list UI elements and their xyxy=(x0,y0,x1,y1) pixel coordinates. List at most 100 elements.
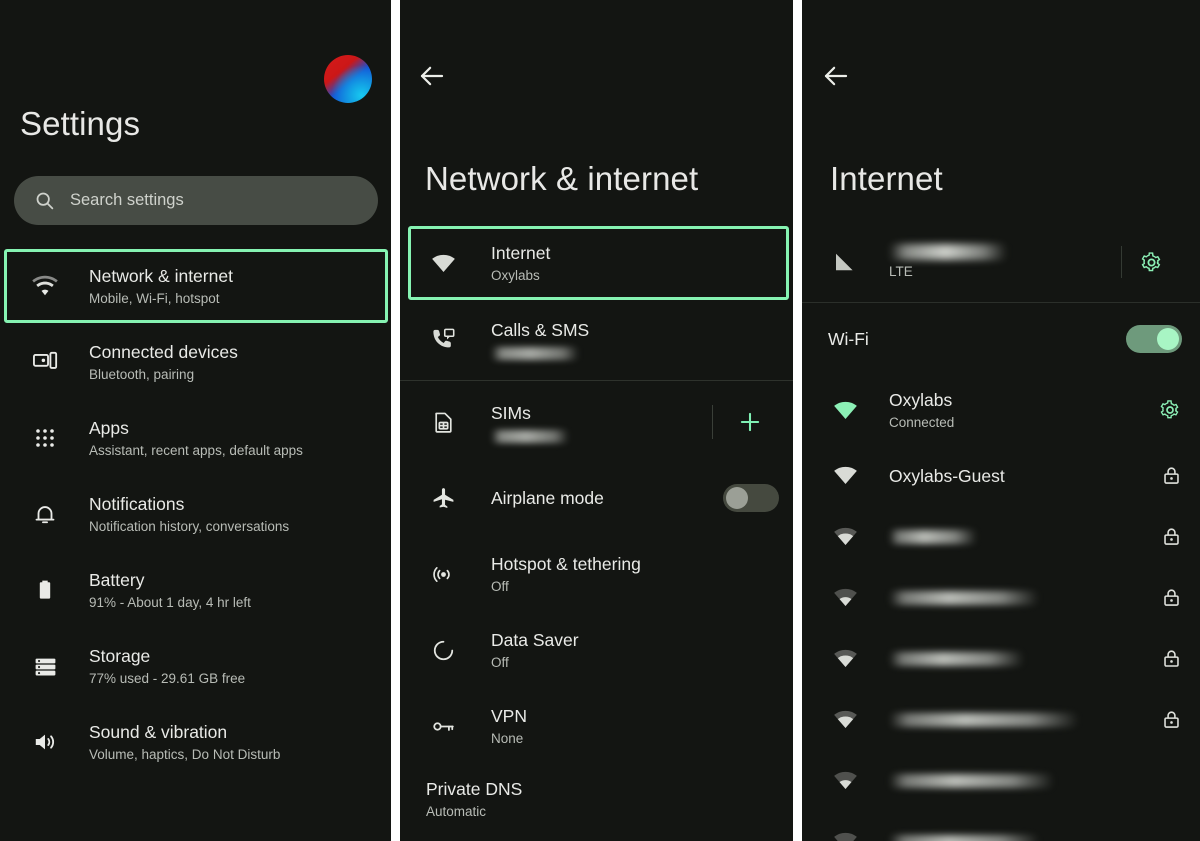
sidebar-item-sublabel: Notification history, conversations xyxy=(89,518,290,534)
bell-icon xyxy=(27,501,63,527)
wifi-network-row[interactable] xyxy=(802,506,1200,567)
list-item-internet[interactable]: Internet Oxylabs xyxy=(400,225,793,301)
sidebar-item-label: Network & internet xyxy=(89,265,233,286)
calls-sms-icon xyxy=(426,327,460,352)
sidebar-item-sublabel: Mobile, Wi-Fi, hotspot xyxy=(89,290,220,306)
wifi-network-row[interactable] xyxy=(802,689,1200,750)
list-item-data-saver[interactable]: Data Saver Off xyxy=(400,612,793,688)
sidebar-item-sublabel: Volume, haptics, Do Not Disturb xyxy=(89,746,281,762)
sidebar-item-storage[interactable]: Storage 77% used - 29.61 GB free xyxy=(0,628,391,704)
sidebar-item-sound-vibration[interactable]: Sound & vibration Volume, haptics, Do No… xyxy=(0,704,391,780)
list-item-label: Data Saver xyxy=(491,629,579,650)
list-item-sublabel-redacted xyxy=(491,346,579,360)
signal-bars-icon xyxy=(828,250,862,274)
page-title-wrap: Internet xyxy=(830,160,943,198)
sidebar-item-text: Network & internet Mobile, Wi-Fi, hotspo… xyxy=(89,265,233,308)
sidebar-item-sublabel: 77% used - 29.61 GB free xyxy=(89,670,246,686)
list-item-text: SIMs xyxy=(491,402,712,443)
list-item-sublabel-redacted xyxy=(491,429,569,443)
sidebar-item-text: Battery 91% - About 1 day, 4 hr left xyxy=(89,569,251,612)
list-item-calls-sms[interactable]: Calls & SMS xyxy=(400,301,793,377)
sidebar-item-battery[interactable]: Battery 91% - About 1 day, 4 hr left xyxy=(0,552,391,628)
sidebar-item-apps[interactable]: Apps Assistant, recent apps, default app… xyxy=(0,400,391,476)
internet-list: LTE Wi-Fi Oxylabs Connected Oxylabs-Gues… xyxy=(802,222,1200,841)
wifi-ssid-redacted xyxy=(889,834,1039,841)
list-item-sims[interactable]: SIMs xyxy=(400,384,793,460)
sidebar-item-sublabel: Bluetooth, pairing xyxy=(89,366,195,382)
sidebar-item-connected-devices[interactable]: Connected devices Bluetooth, pairing xyxy=(0,324,391,400)
lock-icon xyxy=(1161,648,1182,669)
wifi-network-row[interactable]: Oxylabs-Guest xyxy=(802,445,1200,506)
list-item-label: Calls & SMS xyxy=(491,319,590,340)
list-item-airplane-mode[interactable]: Airplane mode xyxy=(400,460,793,536)
wifi-network-row[interactable] xyxy=(802,628,1200,689)
back-arrow-icon[interactable] xyxy=(820,60,852,92)
list-item-text: Data Saver Off xyxy=(491,629,779,672)
wifi-network-text xyxy=(889,590,1161,605)
sidebar-item-sublabel: Assistant, recent apps, default apps xyxy=(89,442,303,458)
wifi-network-row[interactable] xyxy=(802,811,1200,841)
wifi-icon xyxy=(828,524,862,549)
wifi-ssid-redacted xyxy=(889,712,1079,727)
sidebar-item-network-internet[interactable]: Network & internet Mobile, Wi-Fi, hotspo… xyxy=(0,248,391,324)
list-item-text: Hotspot & tethering Off xyxy=(491,553,779,596)
wifi-network-text xyxy=(889,712,1161,727)
gear-icon[interactable] xyxy=(1139,250,1164,275)
data-saver-icon xyxy=(426,638,460,663)
list-item-label: Hotspot & tethering xyxy=(491,553,641,574)
wifi-network-row[interactable]: Oxylabs Connected xyxy=(802,375,1200,445)
airplane-mode-toggle[interactable] xyxy=(723,484,779,512)
sidebar-item-label: Sound & vibration xyxy=(89,721,228,742)
airplane-icon xyxy=(426,486,460,511)
carrier-name-redacted xyxy=(889,243,1007,260)
list-item-label: Internet xyxy=(491,242,551,263)
wifi-network-text xyxy=(889,651,1161,666)
search-icon xyxy=(34,190,55,211)
search-settings-bar[interactable]: Search settings xyxy=(14,176,378,225)
toggle-knob xyxy=(1157,328,1179,350)
list-item-text: Internet Oxylabs xyxy=(491,242,779,285)
list-item-hotspot-tethering[interactable]: Hotspot & tethering Off xyxy=(400,536,793,612)
wifi-icon xyxy=(828,768,862,793)
connected-devices-icon xyxy=(27,349,63,375)
sidebar-item-text: Connected devices Bluetooth, pairing xyxy=(89,341,238,384)
plus-icon[interactable] xyxy=(733,409,767,435)
list-item-label: Airplane mode xyxy=(491,488,604,508)
wifi-status: Connected xyxy=(889,414,955,430)
wifi-ssid-redacted xyxy=(889,529,977,544)
wifi-toggle[interactable] xyxy=(1126,325,1182,353)
page-title: Network & internet xyxy=(425,160,699,197)
carrier-row[interactable]: LTE xyxy=(802,222,1200,302)
vpn-key-icon xyxy=(426,714,460,739)
account-avatar[interactable] xyxy=(324,55,372,103)
list-item-sublabel: None xyxy=(491,730,524,746)
sim-card-icon xyxy=(426,410,460,435)
three-panel-screenshot: Settings Search settings Network & inter… xyxy=(0,0,1200,841)
sidebar-item-label: Apps xyxy=(89,417,129,438)
list-item-sublabel: Off xyxy=(491,578,509,594)
list-item-vpn[interactable]: VPN None xyxy=(400,688,793,764)
page-title: Settings xyxy=(20,105,141,142)
wifi-network-row[interactable] xyxy=(802,750,1200,811)
section-divider xyxy=(400,380,793,381)
list-item-label: SIMs xyxy=(491,402,531,423)
settings-screen: Settings Search settings Network & inter… xyxy=(0,0,391,841)
wifi-network-text xyxy=(889,773,1182,788)
sidebar-item-notifications[interactable]: Notifications Notification history, conv… xyxy=(0,476,391,552)
panel-separator xyxy=(391,0,400,841)
wifi-icon xyxy=(828,829,862,841)
back-arrow-icon[interactable] xyxy=(416,60,448,92)
wifi-network-row[interactable] xyxy=(802,567,1200,628)
page-title-wrap: Network & internet xyxy=(425,160,698,198)
wifi-toggle-row[interactable]: Wi-Fi xyxy=(802,303,1200,375)
list-item-private-dns[interactable]: Private DNS Automatic xyxy=(400,764,793,821)
gear-icon[interactable] xyxy=(1158,398,1182,422)
wifi-network-text xyxy=(889,834,1182,841)
wifi-icon xyxy=(828,585,862,610)
vertical-divider xyxy=(712,405,713,439)
list-item-sublabel: Oxylabs xyxy=(491,267,540,283)
list-item-text: Airplane mode xyxy=(491,487,723,509)
lock-icon xyxy=(1161,587,1182,608)
apps-grid-icon xyxy=(27,426,63,450)
wifi-icon xyxy=(27,273,63,299)
